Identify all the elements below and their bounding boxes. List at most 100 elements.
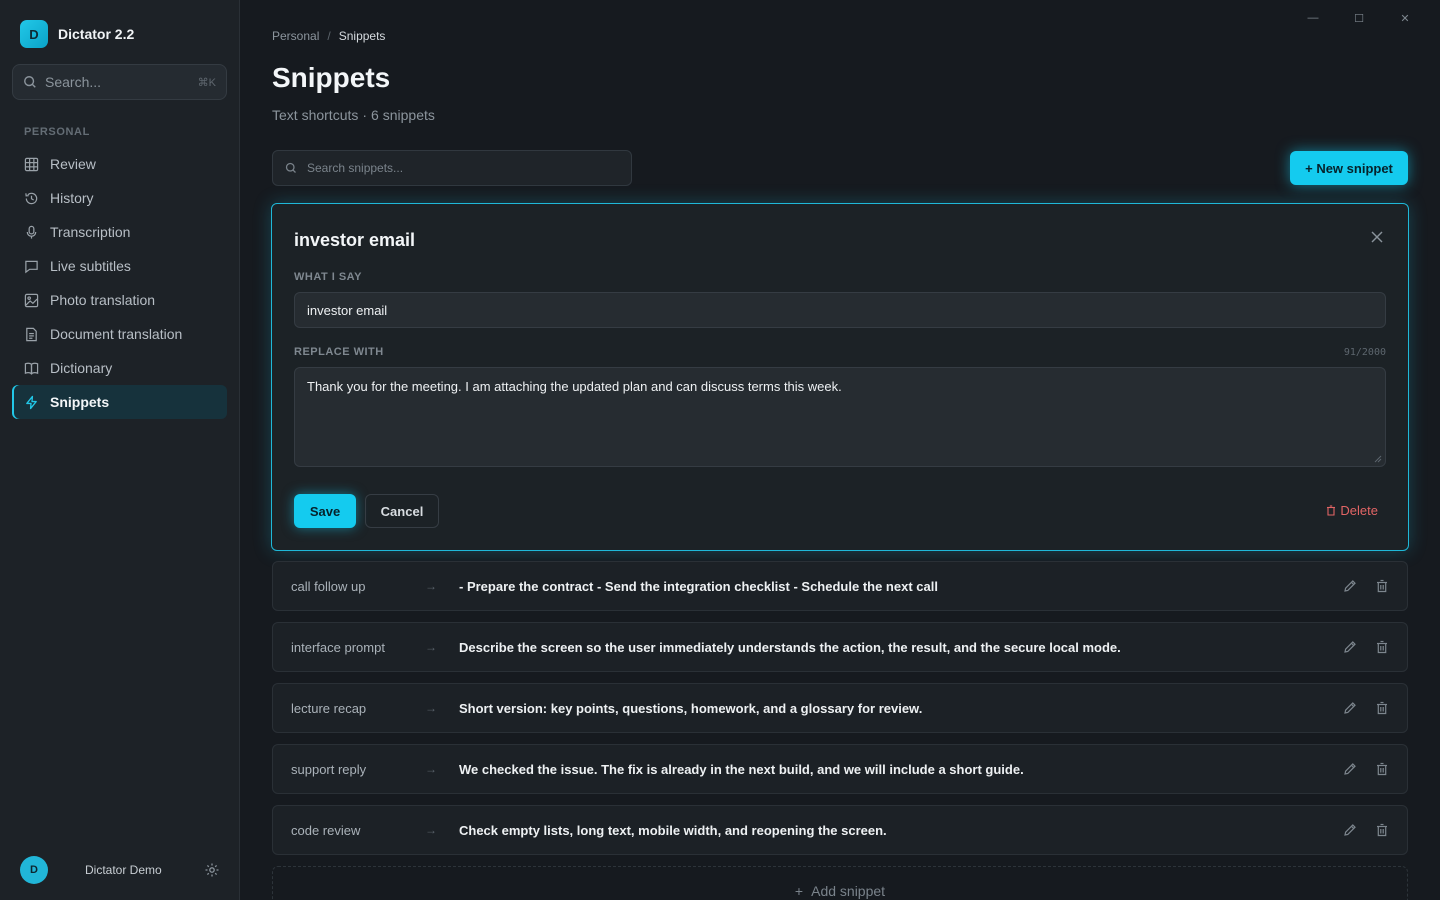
replace-with-textarea[interactable]: Thank you for the meeting. I am attachin… <box>294 367 1386 467</box>
section-label-personal: PERSONAL <box>24 126 90 138</box>
snippet-replacement: - Prepare the contract - Send the integr… <box>459 578 938 594</box>
pencil-icon[interactable] <box>1343 762 1357 776</box>
trash-icon <box>1327 505 1336 516</box>
gear-icon[interactable] <box>204 862 220 878</box>
search-icon <box>24 76 36 88</box>
delete-label: Delete <box>1340 503 1378 518</box>
app-logo: D <box>20 20 48 48</box>
close-icon[interactable] <box>1370 230 1384 244</box>
document-icon <box>26 327 37 341</box>
snippet-count: 6 snippets <box>371 107 435 123</box>
sidebar-item-label: Document translation <box>50 326 183 342</box>
lightning-icon <box>26 395 37 409</box>
row-actions <box>1325 823 1389 837</box>
row-actions <box>1325 640 1389 654</box>
pencil-icon[interactable] <box>1343 823 1357 837</box>
speech-bubble-icon <box>25 260 38 273</box>
snippet-editor: investor email WHAT I SAY investor email… <box>271 203 1409 551</box>
add-snippet-button[interactable]: + Add snippet <box>272 866 1408 900</box>
page-title: Snippets <box>272 62 391 93</box>
snippet-row[interactable]: code review → Check empty lists, long te… <box>272 805 1408 855</box>
brand[interactable]: D Dictator 2.2 <box>20 20 134 48</box>
editor-title: investor email <box>294 230 416 250</box>
snippet-row[interactable]: interface prompt → Describe the screen s… <box>272 622 1408 672</box>
trash-icon[interactable] <box>1375 579 1389 593</box>
what-i-say-label: WHAT I SAY <box>294 271 362 283</box>
sidebar-item-label: Live subtitles <box>50 258 131 274</box>
breadcrumb-parent[interactable]: Personal <box>272 29 319 43</box>
sidebar-item-snippets[interactable]: Snippets <box>12 385 227 419</box>
maximize-button[interactable]: ☐ <box>1336 8 1382 28</box>
sidebar-item-label: Transcription <box>50 224 131 240</box>
row-actions <box>1325 701 1389 715</box>
page-subtitle: Text shortcuts · 6 snippets <box>272 107 435 123</box>
pencil-icon[interactable] <box>1343 579 1357 593</box>
snippet-row[interactable]: lecture recap → Short version: key point… <box>272 683 1408 733</box>
sidebar-item-live-subtitles[interactable]: Live subtitles <box>12 249 227 283</box>
sidebar-item-dictionary[interactable]: Dictionary <box>12 351 227 385</box>
sidebar-nav: Review History Transcription Live subtit… <box>12 147 227 419</box>
arrow-icon: → <box>425 701 437 715</box>
search-icon <box>285 162 296 173</box>
book-icon <box>24 362 39 375</box>
row-actions <box>1325 579 1389 593</box>
snippet-trigger: code review <box>291 822 361 838</box>
row-actions <box>1325 762 1389 776</box>
sidebar-item-photo-translation[interactable]: Photo translation <box>12 283 227 317</box>
snippet-trigger: interface prompt <box>291 639 385 655</box>
user-footer: D Dictator Demo <box>20 856 220 884</box>
sidebar-item-label: Snippets <box>50 394 110 410</box>
snippet-trigger: lecture recap <box>291 700 367 716</box>
arrow-icon: → <box>425 823 437 837</box>
search-shortcut: ⌘K <box>197 76 216 89</box>
save-button[interactable]: Save <box>294 494 356 528</box>
sidebar-item-transcription[interactable]: Transcription <box>12 215 227 249</box>
delete-button[interactable]: Delete <box>1326 503 1378 518</box>
app-window: D Dictator 2.2 Search... ⌘K PERSONAL Rev… <box>0 0 1440 900</box>
new-snippet-button[interactable]: + New snippet <box>1290 151 1408 185</box>
sidebar-item-label: Photo translation <box>50 292 156 308</box>
snippet-search-input[interactable]: Search snippets... <box>272 150 632 186</box>
minimize-button[interactable]: — <box>1290 8 1336 28</box>
sidebar-search-input[interactable]: Search... ⌘K <box>12 64 227 100</box>
arrow-icon: → <box>425 579 437 593</box>
sidebar: D Dictator 2.2 Search... ⌘K PERSONAL Rev… <box>0 0 240 900</box>
snippet-row[interactable]: support reply → We checked the issue. Th… <box>272 744 1408 794</box>
sidebar-item-label: Review <box>50 156 96 172</box>
window-controls: — ☐ ✕ <box>1290 8 1428 28</box>
image-icon <box>24 293 39 307</box>
breadcrumb-separator: / <box>327 29 331 43</box>
snippet-row[interactable]: call follow up → - Prepare the contract … <box>272 561 1408 611</box>
pencil-icon[interactable] <box>1343 640 1357 654</box>
cancel-button[interactable]: Cancel <box>365 494 439 528</box>
replace-with-text: Thank you for the meeting. I am attachin… <box>307 379 842 394</box>
sidebar-item-review[interactable]: Review <box>12 147 227 181</box>
snippet-replacement: Short version: key points, questions, ho… <box>459 700 923 716</box>
what-i-say-input[interactable]: investor email <box>294 292 1386 328</box>
window-close-button[interactable]: ✕ <box>1382 8 1428 28</box>
breadcrumb: Personal / Snippets <box>272 29 385 43</box>
resize-grip-icon[interactable] <box>1374 455 1382 463</box>
sidebar-search-placeholder: Search... <box>45 74 102 90</box>
history-icon <box>25 192 38 204</box>
main-content: — ☐ ✕ Personal / Snippets Snippets Text sh… <box>240 0 1440 900</box>
subtitle-dot: · <box>362 107 368 123</box>
trash-icon[interactable] <box>1375 823 1389 837</box>
arrow-icon: → <box>425 762 437 776</box>
trash-icon[interactable] <box>1375 640 1389 654</box>
sidebar-item-label: History <box>50 190 94 206</box>
subtitle-description: Text shortcuts <box>272 107 359 123</box>
pencil-icon[interactable] <box>1343 701 1357 715</box>
sidebar-item-document-translation[interactable]: Document translation <box>12 317 227 351</box>
avatar[interactable]: D <box>20 856 48 884</box>
add-snippet-label: Add snippet <box>811 883 886 899</box>
trash-icon[interactable] <box>1375 701 1389 715</box>
breadcrumb-current: Snippets <box>338 29 386 43</box>
sidebar-item-history[interactable]: History <box>12 181 227 215</box>
arrow-icon: → <box>425 640 437 654</box>
snippet-replacement: We checked the issue. The fix is already… <box>459 761 1024 777</box>
snippet-search-placeholder: Search snippets... <box>307 161 404 175</box>
trash-icon[interactable] <box>1375 762 1389 776</box>
app-name: Dictator 2.2 <box>58 26 135 42</box>
snippet-replacement: Describe the screen so the user immediat… <box>459 639 1121 655</box>
